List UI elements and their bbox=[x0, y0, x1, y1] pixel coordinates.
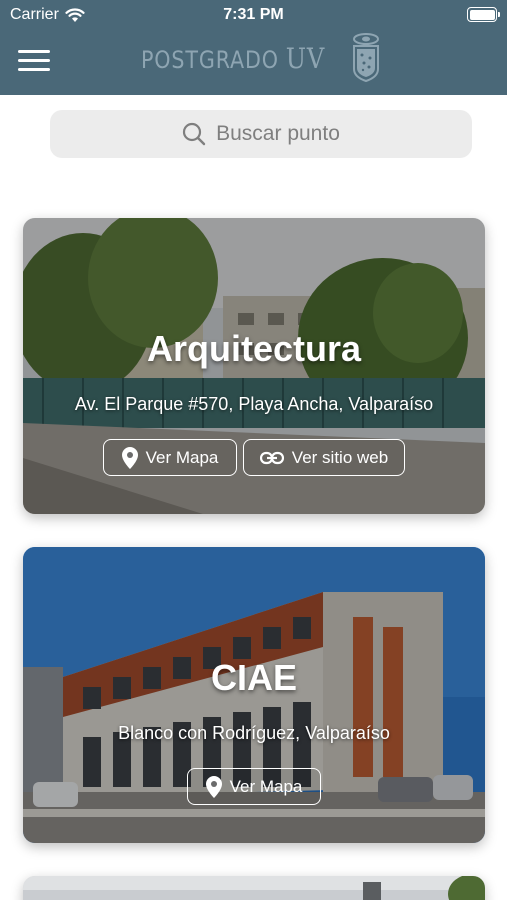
search-bar[interactable]: Buscar punto bbox=[50, 110, 472, 158]
search-icon bbox=[183, 122, 206, 146]
location-card[interactable]: Arquitectura Av. El Parque #570, Playa A… bbox=[23, 218, 485, 514]
map-pin-icon bbox=[121, 446, 138, 469]
location-card[interactable]: CIAE Blanco con Rodríguez, Valparaíso Ve… bbox=[23, 547, 485, 843]
view-map-button[interactable]: Ver Mapa bbox=[187, 768, 321, 805]
search-placeholder[interactable]: Buscar punto bbox=[216, 122, 340, 146]
logo-text: POSTGRADO bbox=[141, 45, 280, 74]
location-title: Arquitectura bbox=[146, 328, 362, 369]
location-card[interactable] bbox=[23, 876, 485, 900]
battery-icon bbox=[467, 7, 500, 22]
link-icon bbox=[259, 451, 284, 464]
location-title: CIAE bbox=[210, 657, 297, 698]
logo-uv-text: UV bbox=[286, 41, 326, 75]
view-website-button[interactable]: Ver sitio web bbox=[243, 439, 405, 476]
app-logo: POSTGRADO UV bbox=[0, 32, 507, 84]
status-time: 7:31 PM bbox=[223, 6, 284, 23]
status-bar: Carrier 7:31 PM bbox=[0, 0, 507, 30]
university-crest-icon bbox=[352, 33, 379, 83]
view-website-label: Ver sitio web bbox=[291, 447, 389, 467]
location-address: Av. El Parque #570, Playa Ancha, Valpara… bbox=[74, 394, 434, 414]
location-address: Blanco con Rodríguez, Valparaíso bbox=[118, 723, 390, 743]
app-header: Carrier 7:31 PM POSTGRADO UV bbox=[0, 0, 507, 95]
view-map-label: Ver Mapa bbox=[229, 776, 303, 796]
map-pin-icon bbox=[205, 775, 222, 798]
location-photo bbox=[23, 876, 485, 900]
view-map-button[interactable]: Ver Mapa bbox=[103, 439, 237, 476]
view-map-label: Ver Mapa bbox=[145, 447, 219, 467]
